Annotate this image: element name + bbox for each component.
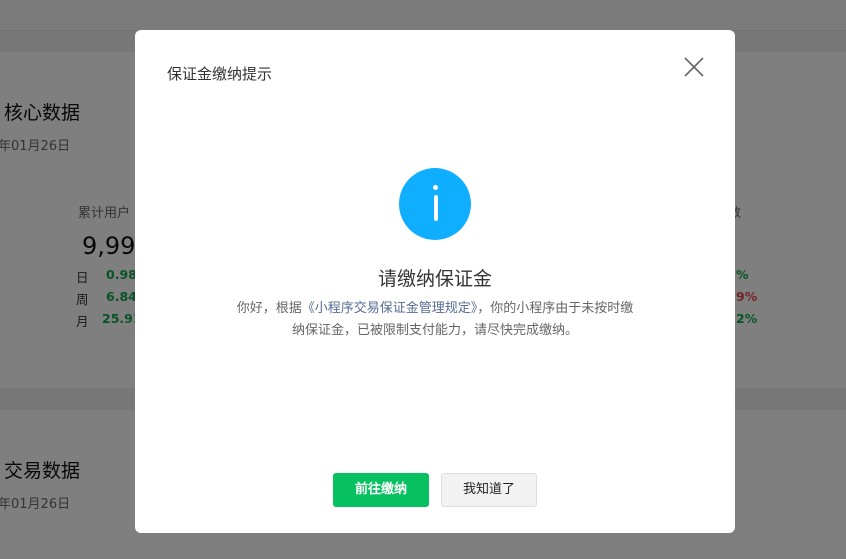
desc-prefix: 你好，根据 xyxy=(236,301,302,316)
dialog-title: 保证金缴纳提示 xyxy=(167,65,273,83)
pay-deposit-button[interactable]: 前往缴纳 xyxy=(333,473,429,507)
acknowledge-button[interactable]: 我知道了 xyxy=(441,473,537,507)
dialog-description: 你好，根据《小程序交易保证金管理规定》，你的小程序由于未按时缴纳保证金，已被限制… xyxy=(235,298,635,342)
close-icon[interactable] xyxy=(681,54,707,80)
info-icon xyxy=(399,168,471,240)
dialog-heading: 请缴纳保证金 xyxy=(377,268,492,290)
deposit-dialog: 保证金缴纳提示 请缴纳保证金 你好，根据《小程序交易保证金管理规定》，你的小程序… xyxy=(135,30,735,533)
regulation-link[interactable]: 《小程序交易保证金管理规定》 xyxy=(302,301,478,316)
